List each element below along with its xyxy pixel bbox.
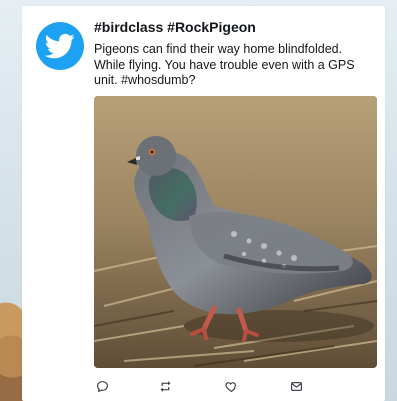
rock-pigeon-image	[94, 96, 377, 368]
tweet-text: Pigeons can find their way home blindfol…	[94, 42, 355, 87]
tweet-photo[interactable]	[94, 96, 377, 368]
message-icon	[290, 381, 302, 391]
twitter-bird-icon	[45, 33, 75, 59]
tweet-card: #birdclass #RockPigeon Pigeons can find …	[22, 6, 385, 401]
like-button[interactable]	[223, 378, 239, 394]
tweet-actions	[94, 378, 377, 400]
reply-button[interactable]	[94, 378, 110, 394]
tweet-title: #birdclass #RockPigeon	[94, 19, 256, 35]
tweet-content: #birdclass #RockPigeon Pigeons can find …	[94, 18, 374, 89]
retweet-icon	[160, 380, 170, 392]
avatar[interactable]	[36, 22, 84, 70]
like-icon	[224, 381, 236, 392]
reply-icon	[96, 380, 108, 392]
message-button[interactable]	[288, 378, 304, 394]
retweet-button[interactable]	[157, 378, 173, 394]
